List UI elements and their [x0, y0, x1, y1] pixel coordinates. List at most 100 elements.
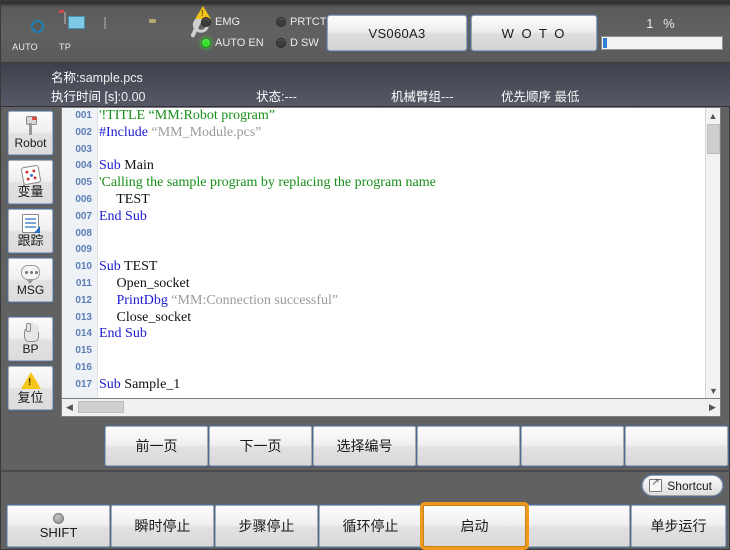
- scroll-right-arrow-icon[interactable]: ▶: [705, 399, 720, 415]
- line-number: 005: [62, 175, 97, 192]
- scroll-left-arrow-icon[interactable]: ◀: [62, 399, 77, 415]
- code-line[interactable]: TEST: [99, 192, 704, 209]
- robot-model-button[interactable]: VS060A3: [327, 15, 467, 51]
- prtct-led-icon: [276, 17, 286, 27]
- auto-swirl-glyph: [5, 14, 45, 40]
- prev-page-button[interactable]: 前一页: [105, 426, 208, 466]
- code-line[interactable]: #Include “MM_Module.pcs”: [99, 125, 704, 142]
- left-sidebar: Robot 变量 跟踪 MSG BP 复位: [1, 107, 59, 420]
- editor-vertical-scrollbar[interactable]: ▲ ▼: [705, 108, 720, 398]
- priority-key: 优先顺序: [501, 90, 551, 104]
- function-button-5[interactable]: [521, 426, 624, 466]
- code-text-area[interactable]: '!TITLE “MM:Robot program”#Include “MM_M…: [99, 108, 704, 398]
- stop-square-icon[interactable]: [85, 19, 125, 48]
- line-number: 008: [62, 226, 97, 243]
- code-token: 'Calling the sample program by replacing…: [99, 175, 436, 190]
- arm-group-field: 机械臂组---: [391, 86, 454, 105]
- lamp-glyph: [125, 19, 165, 45]
- program-code-editor[interactable]: 0010020030040050060070080090100110120130…: [61, 107, 721, 399]
- line-number: 013: [62, 310, 97, 327]
- speed-indicator[interactable]: 1 %: [601, 15, 723, 53]
- code-token: #Include: [99, 125, 151, 140]
- code-token: Sub: [99, 259, 124, 274]
- auto-en-label: AUTO EN: [215, 37, 264, 49]
- code-token: Close_socket: [99, 310, 191, 325]
- code-line[interactable]: Sub TEST: [99, 259, 704, 276]
- code-token: TEST: [99, 192, 150, 207]
- breakpoint-hand-icon: [22, 321, 39, 342]
- line-number: 004: [62, 158, 97, 175]
- sidebar-item-bp[interactable]: BP: [8, 317, 53, 361]
- start-button[interactable]: 启动: [423, 505, 526, 547]
- sidebar-item-robot[interactable]: Robot: [8, 111, 53, 155]
- teach-pendant-icon[interactable]: TP: [45, 14, 85, 52]
- shortcut-label: Shortcut: [667, 479, 712, 493]
- shift-button[interactable]: SHIFT: [7, 505, 110, 547]
- code-line[interactable]: Close_socket: [99, 310, 704, 327]
- code-line[interactable]: Sub Sample_1: [99, 377, 704, 394]
- sidebar-item-trace[interactable]: 跟踪: [8, 209, 53, 253]
- code-line[interactable]: 'Calling the sample program by replacing…: [99, 175, 704, 192]
- variable-dice-icon: [22, 164, 40, 185]
- code-line[interactable]: End Sub: [99, 326, 704, 343]
- scroll-up-arrow-icon[interactable]: ▲: [706, 108, 720, 123]
- wrench-warning-glyph: [165, 19, 205, 45]
- code-line[interactable]: [99, 343, 704, 360]
- arm-group-key: 机械臂组: [391, 90, 441, 104]
- sidebar-item-label-msg: MSG: [17, 283, 44, 297]
- code-line[interactable]: PrintDbg “MM:Connection successful”: [99, 293, 704, 310]
- code-line[interactable]: Sub Main: [99, 158, 704, 175]
- emg-led-icon: [201, 17, 211, 27]
- sidebar-item-label-robot: Robot: [14, 136, 46, 150]
- execution-time-value: 0.00: [121, 90, 145, 104]
- lamp-icon[interactable]: [125, 19, 165, 48]
- stop-square-glyph: [85, 19, 125, 45]
- scroll-down-arrow-icon[interactable]: ▼: [706, 383, 721, 398]
- code-line[interactable]: Open_socket: [99, 276, 704, 293]
- select-number-button[interactable]: 选择编号: [313, 426, 416, 466]
- tp-camera-glyph: [45, 14, 85, 40]
- shortcut-button[interactable]: Shortcut: [642, 475, 723, 496]
- auto-mode-icon[interactable]: AUTO: [5, 14, 45, 52]
- horizontal-scroll-thumb[interactable]: [78, 401, 124, 413]
- instant-stop-button[interactable]: 瞬时停止: [111, 505, 214, 547]
- state-field: 状态:---: [256, 86, 297, 105]
- trace-icon: [22, 213, 39, 234]
- function-button-6[interactable]: [625, 426, 728, 466]
- code-line[interactable]: [99, 360, 704, 377]
- shift-label: SHIFT: [40, 525, 78, 540]
- sidebar-item-reset[interactable]: 复位: [8, 366, 53, 410]
- code-line[interactable]: [99, 226, 704, 243]
- line-number-gutter: 0010020030040050060070080090100110120130…: [62, 108, 98, 398]
- sidebar-item-label-trace: 跟踪: [17, 234, 43, 248]
- sidebar-item-variable[interactable]: 变量: [8, 160, 53, 204]
- dsw-label: D SW: [290, 37, 319, 49]
- function-button-4[interactable]: [417, 426, 520, 466]
- code-token: Open_socket: [99, 276, 190, 291]
- single-step-run-button[interactable]: 单步运行: [631, 505, 726, 547]
- code-line[interactable]: [99, 242, 704, 259]
- program-info-bar: 名称:sample.pcs 执行时间 [s]:0.00 状态:--- 机械臂组-…: [1, 63, 730, 107]
- code-token: [99, 293, 117, 308]
- editor-horizontal-scrollbar[interactable]: ◀ ▶: [61, 399, 721, 417]
- next-page-button[interactable]: 下一页: [209, 426, 312, 466]
- sidebar-item-msg[interactable]: MSG: [8, 258, 53, 302]
- state-value: ---: [284, 90, 297, 104]
- code-token: TEST: [124, 259, 157, 274]
- vertical-scroll-thumb[interactable]: [707, 124, 720, 154]
- step-stop-button[interactable]: 步骤停止: [215, 505, 318, 547]
- line-number: 009: [62, 242, 97, 259]
- code-line[interactable]: [99, 142, 704, 159]
- bottom-button-6[interactable]: [527, 505, 630, 547]
- code-line[interactable]: End Sub: [99, 209, 704, 226]
- dsw-led-icon: [276, 38, 286, 48]
- maintenance-warning-icon[interactable]: [165, 19, 205, 48]
- sidebar-item-label-variable: 变量: [17, 185, 43, 199]
- code-line[interactable]: '!TITLE “MM:Robot program”: [99, 108, 704, 125]
- prtct-label: PRTCT: [290, 16, 326, 28]
- woto-button[interactable]: W O T O: [471, 15, 597, 51]
- status-icon-group: AUTO TP: [5, 7, 205, 59]
- speed-progress-bar[interactable]: [601, 36, 723, 50]
- cycle-stop-button[interactable]: 循环停止: [319, 505, 422, 547]
- code-token: “MM_Module.pcs”: [151, 125, 261, 140]
